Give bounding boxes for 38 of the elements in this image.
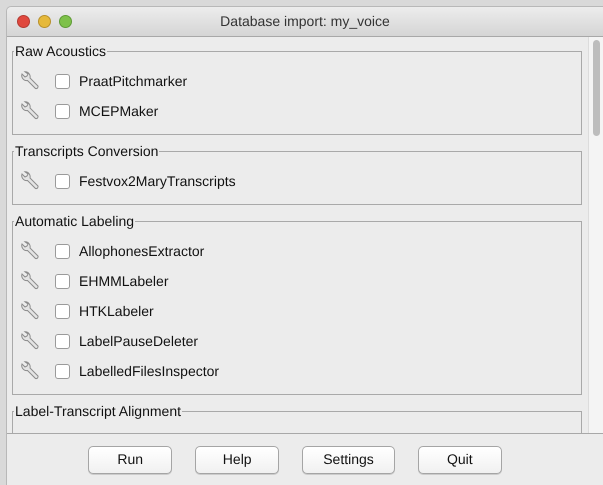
section-title: Label-Transcript Alignment bbox=[14, 402, 182, 421]
checkbox-label: PraatPitchmarker bbox=[79, 72, 188, 90]
close-button[interactable] bbox=[17, 15, 30, 28]
wrench-icon[interactable] bbox=[19, 71, 41, 91]
checkbox[interactable] bbox=[55, 274, 70, 288]
section-title: Automatic Labeling bbox=[14, 212, 136, 231]
checkbox-label: HTKLabeler bbox=[79, 302, 154, 320]
dialog-button[interactable]: Settings bbox=[302, 446, 395, 474]
checkbox-label: Festvox2MaryTranscripts bbox=[79, 172, 236, 191]
section-title: Raw Acoustics bbox=[14, 42, 108, 61]
scrollbar[interactable] bbox=[588, 37, 603, 433]
checkbox-label: MCEPMaker bbox=[79, 102, 158, 120]
dialog-button[interactable]: Help bbox=[195, 446, 280, 474]
checkbox[interactable] bbox=[55, 174, 70, 188]
wrench-icon[interactable] bbox=[19, 101, 41, 121]
wrench-icon[interactable] bbox=[19, 171, 41, 191]
checkbox-label: AllophonesExtractor bbox=[79, 242, 204, 261]
checkbox-label: EHMMLabeler bbox=[79, 272, 168, 290]
wrench-icon[interactable] bbox=[19, 301, 41, 321]
checkbox[interactable] bbox=[55, 104, 70, 118]
checkbox[interactable] bbox=[55, 334, 70, 348]
dialog-button[interactable]: Run bbox=[88, 446, 172, 474]
checkbox[interactable] bbox=[55, 244, 70, 258]
window-title: Database import: my_voice bbox=[220, 12, 390, 31]
checkbox-label: LabelledFilesInspector bbox=[79, 362, 220, 381]
checkbox[interactable] bbox=[55, 304, 70, 318]
section-title: Transcripts Conversion bbox=[14, 142, 160, 161]
wrench-icon[interactable] bbox=[19, 361, 41, 381]
zoom-button[interactable] bbox=[59, 15, 72, 28]
checkbox[interactable] bbox=[55, 364, 70, 378]
wrench-icon[interactable] bbox=[19, 241, 41, 261]
checkbox[interactable] bbox=[55, 74, 70, 88]
wrench-icon[interactable] bbox=[19, 271, 41, 291]
scrollbar-thumb[interactable] bbox=[592, 40, 600, 136]
checkbox-label: LabelPauseDeleter bbox=[79, 332, 198, 350]
dialog-button[interactable]: Quit bbox=[418, 446, 502, 474]
wrench-icon[interactable] bbox=[19, 331, 41, 351]
minimize-button[interactable] bbox=[38, 15, 51, 28]
